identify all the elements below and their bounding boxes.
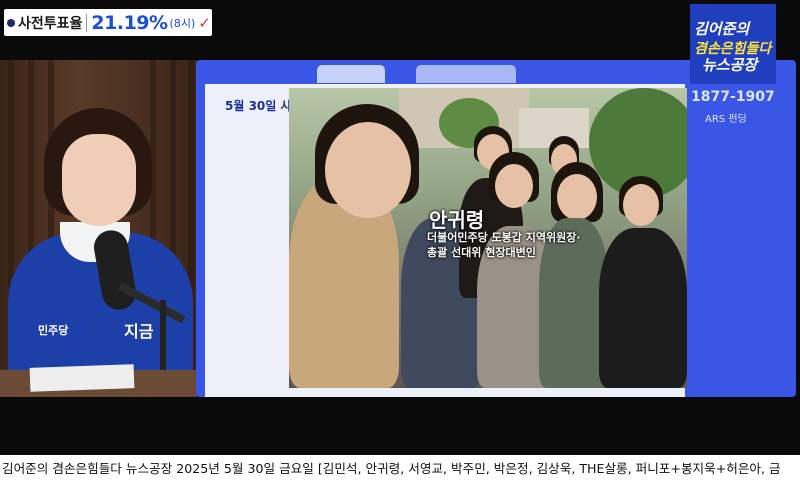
ars-label: ARS 펀딩 [705,114,747,125]
board-tab-left [317,65,385,83]
video-player[interactable]: 민주당 지금 5월 30일 사전투표 인증샷 1877-1907 ARS 펀딩 … [0,0,800,455]
logo-line1: 김어준의 [694,20,750,38]
shirt-party-text: 민주당 [38,324,69,337]
stamp-check-icon: ✓ [198,13,211,32]
logo-line3: 뉴스공장 [702,56,758,74]
guest-role-line1: 더불어민주당 도봉갑 지역위원장· [427,231,581,244]
shirt-slogan-text: 지금 [124,322,154,341]
video-title[interactable]: 김어준의 겸손은힘들다 뉴스공장 2025년 5월 30일 금요일 [김민석, … [0,458,800,480]
ars-number: 1877-1907 [691,89,775,105]
early-vote-badge: 사전투표율 21.19% (8시) ✓ [4,9,212,36]
badge-label: 사전투표율 [18,15,83,32]
board-tab-right [416,65,516,83]
desk-papers [29,364,135,392]
badge-time: (8시) [169,16,196,30]
show-logo: 김어준의 겸손은힘들다 뉴스공장 [690,4,776,84]
badge-percent: 21.19% [91,11,168,34]
guest-role-line2: 총괄 선대위 현장대변인 [427,246,536,259]
host-face [62,134,136,226]
badge-dot-icon [7,18,15,27]
badge-divider [86,13,88,32]
